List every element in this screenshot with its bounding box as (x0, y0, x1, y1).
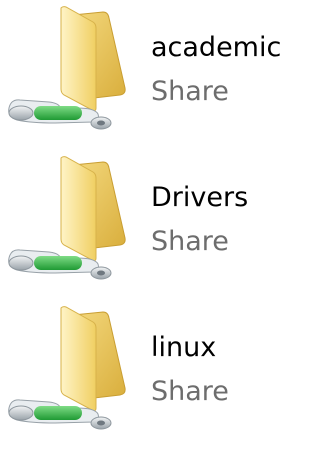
share-name: academic (151, 32, 282, 63)
network-shared-folder-icon (5, 4, 131, 138)
share-type-label: Share (151, 376, 229, 407)
network-shared-folder-icon (5, 304, 131, 438)
network-shared-folder-icon (5, 154, 131, 288)
share-type-label: Share (151, 76, 229, 107)
share-name: Drivers (151, 182, 249, 213)
share-item-drivers[interactable]: Drivers Share (0, 150, 295, 300)
share-type-label: Share (151, 226, 229, 257)
network-share-list: academic Share Drivers Share linux Share (0, 0, 295, 439)
share-item-linux[interactable]: linux Share (0, 300, 295, 450)
share-item-academic[interactable]: academic Share (0, 0, 295, 150)
share-name: linux (151, 332, 217, 363)
